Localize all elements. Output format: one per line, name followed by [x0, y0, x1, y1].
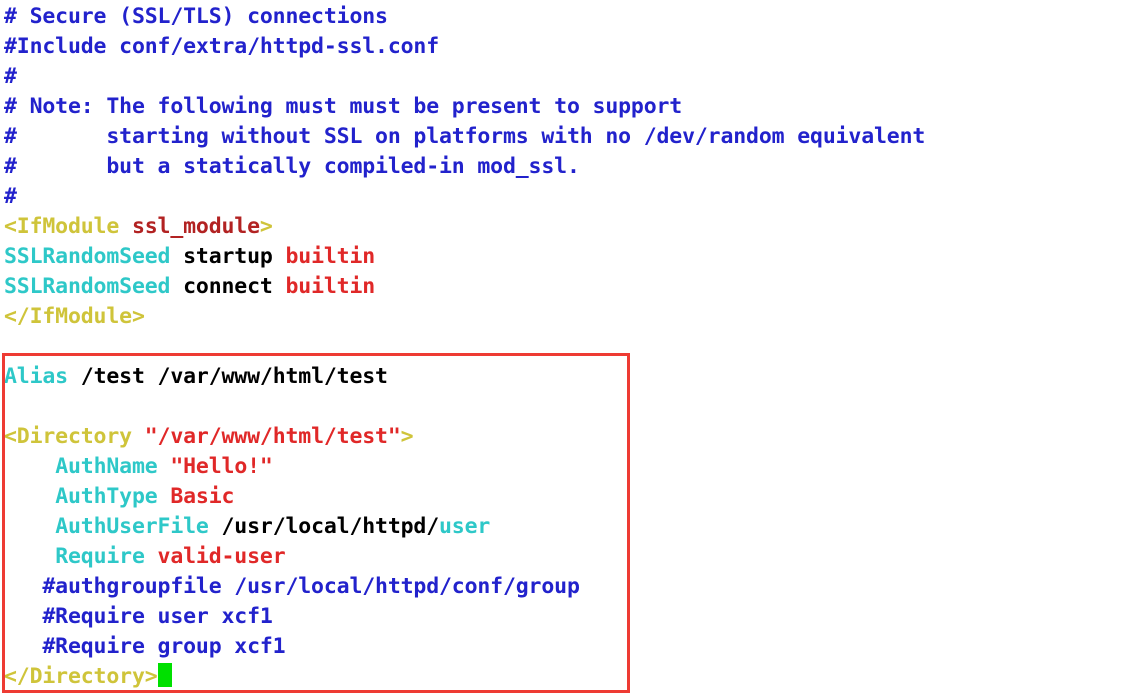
code-token-comment: #	[4, 64, 17, 89]
code-line[interactable]: SSLRandomSeed connect builtin	[4, 272, 375, 302]
code-token-tag: <IfModule	[4, 214, 132, 239]
code-token-directive: SSLRandomSeed	[4, 244, 171, 269]
code-token-string: "/var/www/html/test"	[144, 424, 401, 449]
code-token-string: "Hello!"	[170, 454, 273, 479]
code-token-directive: SSLRandomSeed	[4, 274, 171, 299]
code-token-directive: Require	[55, 544, 145, 569]
code-token-comment: #Require user xcf1	[4, 604, 273, 629]
code-token-tag: >	[259, 214, 273, 239]
code-line[interactable]: # Note: The following must must be prese…	[4, 92, 682, 122]
code-token-tag: </IfModule>	[4, 304, 145, 329]
code-token-comment: #	[4, 184, 17, 209]
code-token-plain: connect	[170, 274, 286, 299]
code-token-comment: # Secure (SSL/TLS) connections	[4, 4, 388, 29]
code-line-blank[interactable]	[4, 392, 17, 422]
code-line[interactable]: Require valid-user	[4, 542, 286, 572]
code-token-plain: /usr/local/httpd/	[208, 514, 440, 539]
text-cursor	[157, 663, 172, 687]
code-token-plain: startup	[170, 244, 286, 269]
code-token-value: valid-user	[157, 544, 286, 569]
code-line[interactable]: <IfModule ssl_module>	[4, 212, 273, 242]
code-token-value: Basic	[170, 484, 235, 509]
code-line[interactable]: SSLRandomSeed startup builtin	[4, 242, 375, 272]
code-line[interactable]: AuthType Basic	[4, 482, 234, 512]
code-token-directive: AuthUserFile	[55, 514, 209, 539]
code-token-comment: # but a statically compiled-in mod_ssl.	[4, 154, 580, 179]
code-token-directive: Alias	[4, 364, 68, 389]
code-token-tag: </Directory>	[4, 664, 158, 689]
code-token-comment: # Note: The following must must be prese…	[4, 94, 683, 119]
code-token-tag-argument: ssl_module	[131, 214, 260, 239]
code-token-directive: user	[439, 514, 491, 539]
code-token-comment: #Include conf/extra/httpd-ssl.conf	[4, 34, 439, 59]
code-line-blank[interactable]	[4, 332, 17, 362]
code-token-comment: #Require group xcf1	[4, 634, 286, 659]
code-token-directive: AuthName	[55, 454, 158, 479]
code-line[interactable]: </Directory>	[4, 662, 172, 692]
code-line[interactable]: </IfModule>	[4, 302, 145, 332]
code-line[interactable]: <Directory "/var/www/html/test">	[4, 422, 414, 452]
code-line[interactable]: #	[4, 182, 17, 212]
code-line[interactable]: #Require user xcf1	[4, 602, 273, 632]
code-line[interactable]: AuthUserFile /usr/local/httpd/user	[4, 512, 490, 542]
code-token-plain: /test /var/www/html/test	[67, 364, 388, 389]
code-editor-viewport[interactable]: # Secure (SSL/TLS) connections #Include c…	[0, 0, 1128, 696]
code-token-comment: # starting without SSL on platforms with…	[4, 124, 926, 149]
code-line[interactable]: # starting without SSL on platforms with…	[4, 122, 925, 152]
code-token-value: builtin	[285, 274, 376, 299]
code-token-directive: AuthType	[55, 484, 158, 509]
code-line[interactable]: # Secure (SSL/TLS) connections	[4, 2, 388, 32]
code-line[interactable]: #Include conf/extra/httpd-ssl.conf	[4, 32, 439, 62]
code-token-tag: >	[400, 424, 414, 449]
code-line[interactable]: #	[4, 62, 17, 92]
code-line[interactable]: # but a statically compiled-in mod_ssl.	[4, 152, 580, 182]
code-line[interactable]: #authgroupfile /usr/local/httpd/conf/gro…	[4, 572, 580, 602]
code-token-value: builtin	[285, 244, 376, 269]
code-token-comment: #authgroupfile /usr/local/httpd/conf/gro…	[4, 574, 580, 599]
code-line[interactable]: Alias /test /var/www/html/test	[4, 362, 388, 392]
code-line[interactable]: AuthName "Hello!"	[4, 452, 273, 482]
code-line[interactable]: #Require group xcf1	[4, 632, 285, 662]
code-token-tag: <Directory	[4, 424, 145, 449]
